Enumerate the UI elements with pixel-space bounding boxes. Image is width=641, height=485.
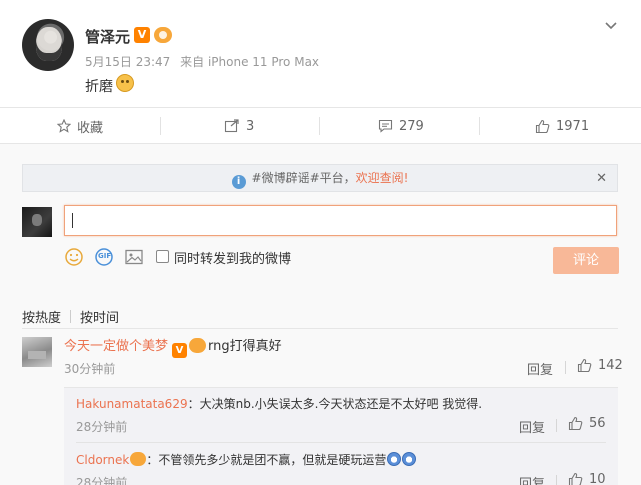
comment-input[interactable] — [64, 205, 617, 236]
thumbs-up-icon — [568, 472, 583, 485]
text-cursor — [72, 213, 73, 228]
divider — [22, 328, 618, 329]
repost-icon — [224, 119, 239, 133]
comment-like-count: 142 — [598, 358, 623, 373]
subcomment-like-button[interactable]: 56 — [568, 416, 606, 431]
thumbs-up-icon — [577, 358, 592, 373]
chevron-down-icon[interactable] — [604, 19, 618, 33]
reply-button[interactable]: 回复 — [519, 473, 545, 485]
gif-icon[interactable]: GIF — [94, 247, 114, 267]
subcomment-like-count: 56 — [589, 416, 606, 431]
divider — [319, 117, 320, 135]
repost-count: 3 — [246, 118, 255, 134]
notice-link[interactable]: 欢迎查阅! — [356, 171, 409, 185]
close-icon[interactable]: ✕ — [596, 171, 607, 186]
tab-sort-hot[interactable]: 按热度 — [22, 307, 61, 326]
crying-emoji-icon — [387, 452, 402, 466]
doge-emoji-icon — [116, 74, 134, 92]
tab-sort-time[interactable]: 按时间 — [80, 307, 119, 326]
comment-time: 30分钟前 — [64, 362, 116, 376]
subcomment-time: 28分钟前 — [76, 420, 128, 434]
repost-button[interactable]: 3 — [224, 108, 254, 144]
divider — [479, 117, 480, 135]
divider — [76, 442, 606, 443]
subcomment-user[interactable]: Hakunamatata629 — [76, 397, 188, 411]
post-source: 来自 iPhone 11 Pro Max — [180, 55, 320, 69]
also-repost-checkbox[interactable] — [156, 250, 169, 263]
divider — [160, 117, 161, 135]
notice-text: #微博辟谣#平台， — [251, 171, 356, 185]
divider — [556, 419, 557, 432]
my-avatar — [22, 207, 52, 237]
subcomment-body: Cldornek ：不管领先多少就是团不赢，但就是硬玩运营 — [76, 451, 417, 468]
like-button[interactable]: 1971 — [535, 108, 589, 144]
divider — [556, 475, 557, 485]
emoji-icon[interactable] — [64, 247, 84, 267]
commenter-avatar[interactable] — [22, 337, 52, 367]
subcomment-body: Hakunamatata629：大决策nb.小失误太多.今天状态还是不太好吧 我… — [76, 395, 482, 412]
rumor-notice-bar: i #微博辟谣#平台，欢迎查阅! ✕ — [22, 164, 618, 192]
comment-body: 今天一定做个美梦 Vrng打得真好 — [64, 335, 282, 358]
post-meta: 5月15日 23:47 来自 iPhone 11 Pro Max — [85, 53, 319, 70]
subcomment-text: ：不管领先多少就是团不赢，但就是硬玩运营 — [146, 453, 387, 467]
subcomment-user[interactable]: Cldornek — [76, 453, 129, 467]
reply-button[interactable]: 回复 — [519, 417, 545, 436]
verified-badge: V — [134, 27, 150, 43]
subcomment-time: 28分钟前 — [76, 476, 128, 485]
member-badge-icon — [189, 338, 207, 353]
reply-button[interactable]: 回复 — [527, 359, 553, 378]
subcomment-list: Hakunamatata629：大决策nb.小失误太多.今天状态还是不太好吧 我… — [64, 387, 618, 485]
divider — [565, 361, 566, 374]
thumbs-up-icon — [568, 416, 583, 431]
gif-label: GIF — [98, 252, 112, 260]
verified-badge: V — [172, 343, 188, 358]
thumbs-up-icon — [535, 119, 550, 133]
weibo-post: 管泽元 V 5月15日 23:47 来自 iPhone 11 Pro Max 折… — [0, 0, 641, 107]
also-repost-label[interactable]: 同时转发到我的微博 — [174, 248, 291, 267]
subcomment-text: ：大决策nb.小失误太多.今天状态还是不太好吧 我觉得. — [187, 397, 483, 411]
image-icon[interactable] — [124, 247, 144, 267]
crying-emoji-icon — [402, 452, 417, 466]
post-action-bar: 收藏 3 279 1971 — [0, 107, 641, 143]
author-avatar[interactable] — [22, 19, 74, 71]
favorite-button[interactable]: 收藏 — [57, 108, 103, 144]
author-name[interactable]: 管泽元 — [85, 26, 130, 47]
post-text: 折磨 — [85, 79, 113, 95]
member-badge-icon — [154, 27, 172, 43]
comment-user[interactable]: 今天一定做个美梦 — [64, 339, 168, 354]
comment-button[interactable]: 279 — [378, 108, 424, 144]
divider — [70, 310, 71, 323]
comment-like-button[interactable]: 142 — [577, 358, 623, 373]
like-count: 1971 — [556, 118, 590, 134]
member-badge-icon — [130, 452, 147, 466]
favorite-label: 收藏 — [77, 120, 104, 136]
post-time[interactable]: 5月15日 23:47 — [85, 55, 170, 69]
comment-icon — [378, 119, 393, 133]
star-icon — [57, 119, 71, 133]
comment-panel: i #微博辟谣#平台，欢迎查阅! ✕ GIF 同时转发到我的微博 评论 按热度 按… — [0, 143, 641, 485]
comment-text: rng打得真好 — [208, 339, 282, 354]
comment-count: 279 — [399, 118, 424, 134]
subcomment-like-button[interactable]: 10 — [568, 472, 606, 485]
submit-comment-button[interactable]: 评论 — [553, 247, 619, 274]
subcomment-like-count: 10 — [589, 472, 606, 485]
info-icon: i — [231, 175, 246, 189]
